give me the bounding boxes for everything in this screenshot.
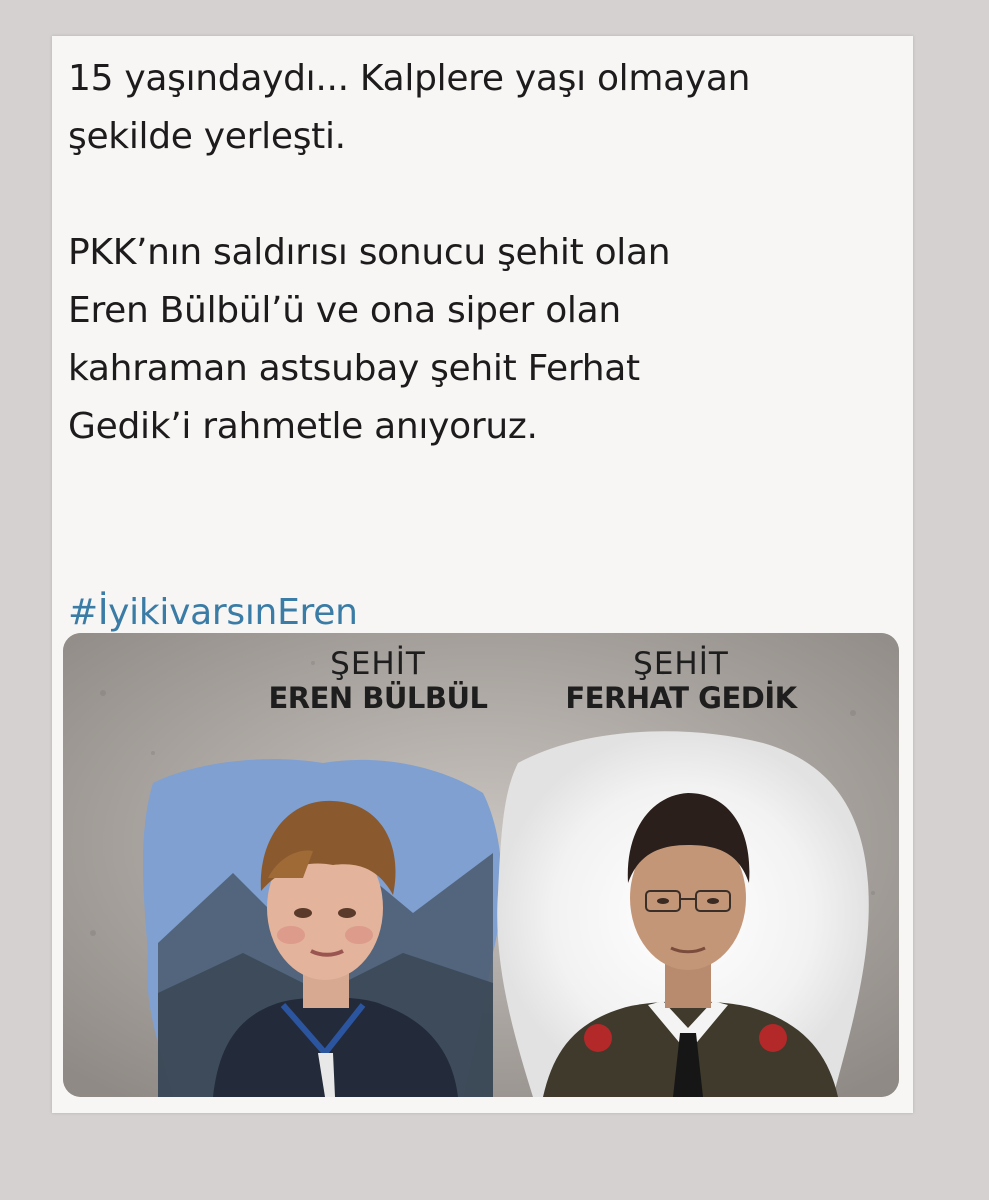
post-text-line: Gedik’i rahmetle anıyoruz. [68, 406, 538, 447]
post-image[interactable]: ŞEHİT EREN BÜLBÜL ŞEHİT FERHAT GEDİK [63, 633, 899, 1097]
post-text: 15 yaşındaydı... Kalplere yaşı olmayan ş… [68, 50, 888, 456]
left-caption-title: ŞEHİT [330, 646, 426, 682]
right-caption: ŞEHİT FERHAT GEDİK [511, 647, 851, 715]
post-text-line: şekilde yerleşti. [68, 116, 346, 157]
post-text-line: PKK’nın saldırısı sonucu şehit olan [68, 232, 671, 273]
post-card: 15 yaşındaydı... Kalplere yaşı olmayan ş… [52, 36, 913, 1113]
post-text-line: kahraman astsubay şehit Ferhat [68, 348, 640, 389]
right-caption-title: ŞEHİT [633, 646, 729, 682]
left-caption-name: EREN BÜLBÜL [268, 681, 488, 715]
right-caption-name: FERHAT GEDİK [565, 681, 797, 715]
post-text-line: Eren Bülbül’ü ve ona siper olan [68, 290, 621, 331]
post-text-line: 15 yaşındaydı... Kalplere yaşı olmayan [68, 58, 751, 99]
left-caption: ŞEHİT EREN BÜLBÜL [218, 647, 538, 715]
